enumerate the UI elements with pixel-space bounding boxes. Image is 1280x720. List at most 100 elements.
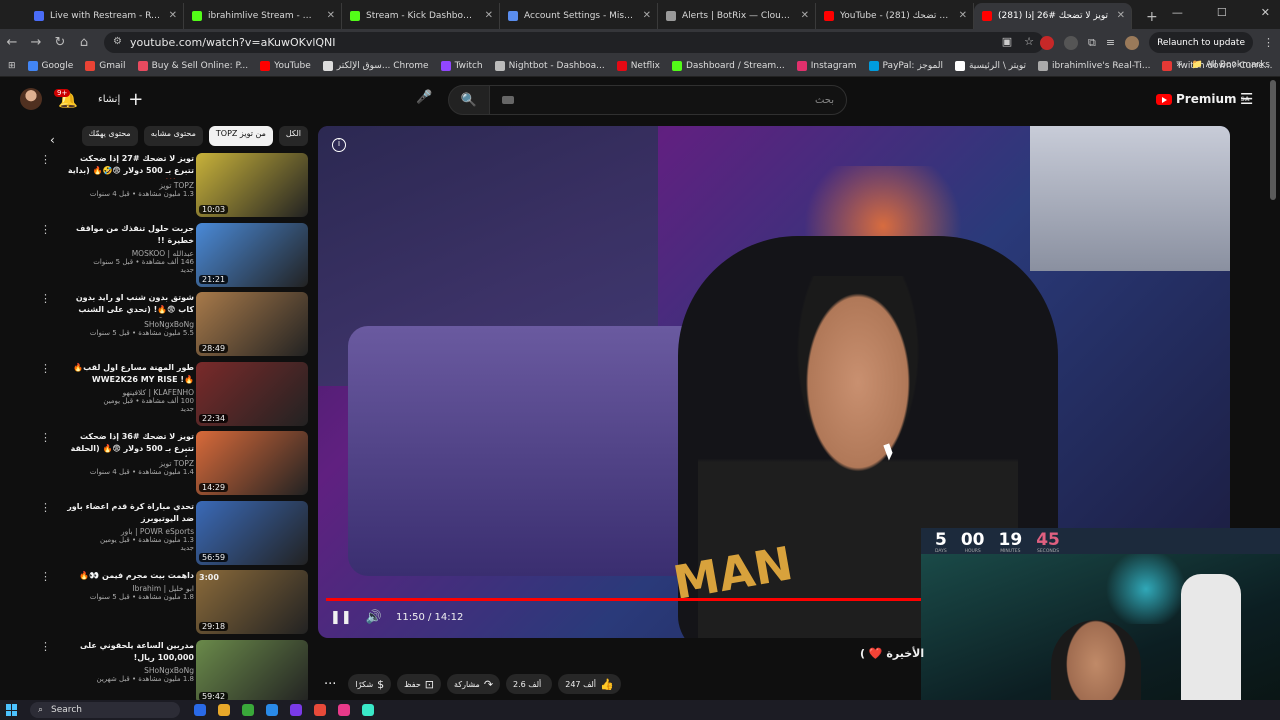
- bookmark-item[interactable]: Netflix: [616, 60, 660, 71]
- recommended-video[interactable]: 56:59 تحدي مباراة كرة قدم اعضاء باور ضد ا…: [36, 500, 308, 565]
- recommended-video[interactable]: 3:00 29:18 داهمت بيت مجرم فيمن 👀🔥 ابو خليل …: [36, 570, 308, 634]
- more-menu-icon[interactable]: ⋮: [1263, 36, 1274, 49]
- video-thumbnail[interactable]: 59:42: [196, 639, 308, 704]
- video-menu-icon[interactable]: ⋮: [40, 501, 51, 514]
- taskbar-app-icon[interactable]: [338, 704, 350, 716]
- create-button[interactable]: إنشاء +: [98, 89, 143, 110]
- video-thumbnail[interactable]: 28:49: [196, 292, 308, 356]
- video-menu-icon[interactable]: ⋮: [40, 292, 51, 305]
- video-menu-icon[interactable]: ⋮: [40, 431, 51, 444]
- reload-icon[interactable]: ↻: [48, 35, 72, 50]
- bookmark-item[interactable]: Instagram: [796, 60, 857, 71]
- filter-chip[interactable]: محتوى مشابه: [143, 126, 203, 146]
- bookmark-item[interactable]: Google: [27, 60, 73, 71]
- bookmark-item[interactable]: YouTube: [260, 60, 311, 71]
- taskbar-app-icon[interactable]: [314, 704, 326, 716]
- maximize-icon[interactable]: ☐: [1217, 6, 1227, 19]
- browser-tab[interactable]: YouTube - تويز لا تضحك (281) ✕: [816, 3, 974, 29]
- apps-grid-icon[interactable]: ⊞: [8, 61, 16, 71]
- pause-icon[interactable]: ❚❚: [330, 610, 352, 625]
- taskbar-search[interactable]: ⌕ Search: [30, 702, 180, 718]
- forward-icon[interactable]: →: [24, 35, 48, 50]
- page-scrollbar[interactable]: [1270, 80, 1276, 200]
- filter-chip[interactable]: من تويز TOPZ: [208, 126, 273, 146]
- relaunch-button[interactable]: Relaunch to update: [1149, 32, 1253, 53]
- volume-icon[interactable]: 🔊: [366, 610, 382, 625]
- search-button[interactable]: 🔍: [448, 85, 490, 115]
- video-thumbnail[interactable]: 22:34: [196, 361, 308, 426]
- address-bar[interactable]: ⚙ youtube.com/watch?v=aKuwOKvlQNI ▣ ☆: [104, 32, 1044, 53]
- taskbar-app-icon[interactable]: [290, 704, 302, 716]
- guide-menu-icon[interactable]: ☰: [1240, 90, 1253, 108]
- browser-tab[interactable]: Stream - Kick Dashboard ✕: [342, 3, 500, 29]
- recommended-video[interactable]: 10:03 تويز لا تضحك #27 إذا ضحكت تتبرع بـ …: [36, 153, 308, 217]
- bookmark-item[interactable]: سوق الإلكتر... Chrome: [322, 60, 429, 71]
- taskbar-app-icon[interactable]: [218, 704, 230, 716]
- media-control-icon[interactable]: ≡: [1106, 36, 1115, 49]
- site-info-icon[interactable]: ⚙: [113, 36, 122, 47]
- taskbar-app-icon[interactable]: [362, 704, 374, 716]
- share-button[interactable]: مشاركة ↷: [446, 674, 501, 694]
- browser-tab[interactable]: ibrahimlive Stream - Watch Live ✕: [184, 3, 342, 29]
- tab-close-icon[interactable]: ✕: [643, 10, 651, 21]
- bookmark-item[interactable]: Buy & Sell Online: P...: [137, 60, 248, 71]
- info-icon[interactable]: i: [332, 138, 346, 152]
- bookmark-star-icon[interactable]: ☆: [1024, 35, 1034, 48]
- tab-close-icon[interactable]: ✕: [327, 10, 335, 21]
- account-avatar[interactable]: [20, 88, 42, 110]
- browser-tab[interactable]: Live with Restream - Restream ✕: [26, 3, 184, 29]
- bookmark-item[interactable]: PayPal: الموجز: [868, 60, 943, 71]
- taskbar-app-icon[interactable]: [242, 704, 254, 716]
- chips-scroll-left-icon[interactable]: ‹: [50, 133, 55, 147]
- browser-tab[interactable]: Account Settings - MissXss AI ✕: [500, 3, 658, 29]
- home-icon[interactable]: ⌂: [72, 35, 96, 50]
- video-thumbnail[interactable]: 21:21: [196, 222, 308, 287]
- extension-icon[interactable]: [1063, 35, 1078, 50]
- tab-close-icon[interactable]: ✕: [169, 10, 177, 21]
- bookmarks-overflow-icon[interactable]: »: [1176, 60, 1182, 70]
- video-menu-icon[interactable]: ⋮: [40, 223, 51, 236]
- tab-close-icon[interactable]: ✕: [959, 10, 967, 21]
- bookmark-item[interactable]: Dashboard / Stream...: [672, 60, 785, 71]
- dislike-button[interactable]: 2.6 ألف: [506, 674, 553, 694]
- video-thumbnail[interactable]: 14:29: [196, 431, 308, 495]
- taskbar-app-icon[interactable]: [266, 704, 278, 716]
- profile-avatar[interactable]: [1125, 35, 1140, 50]
- bookmark-item[interactable]: Gmail: [85, 60, 126, 71]
- bookmark-item[interactable]: ibrahimlive's Real-Ti...: [1038, 60, 1150, 71]
- filter-chip[interactable]: محتوى يهمّك: [81, 126, 138, 146]
- search-input[interactable]: بحث: [489, 85, 847, 115]
- browser-tab[interactable]: (281) تويز لا تضحك #26 إذا ✕: [974, 3, 1132, 29]
- all-bookmarks-button[interactable]: 📁 All Bookmarks: [1192, 60, 1270, 70]
- recommended-video[interactable]: 21:21 جربت حلول تنقذك من مواقف خطيرة !! عب…: [36, 222, 308, 287]
- keyboard-icon[interactable]: [502, 96, 514, 104]
- more-actions-icon[interactable]: ···: [324, 677, 336, 692]
- start-windows-icon[interactable]: [6, 704, 18, 716]
- tab-close-icon[interactable]: ✕: [1117, 10, 1125, 21]
- video-thumbnail[interactable]: 3:00 29:18: [196, 570, 308, 634]
- extension-icon[interactable]: [1039, 35, 1054, 50]
- video-menu-icon[interactable]: ⋮: [40, 153, 51, 166]
- recommended-video[interactable]: 28:49 شوتق بدون شنب او رايد بدون كاب 😨🔥! …: [36, 292, 308, 356]
- extensions-puzzle-icon[interactable]: ⧉: [1088, 36, 1096, 50]
- back-icon[interactable]: ←: [0, 35, 24, 50]
- browser-tab[interactable]: Alerts | BotRix — Cloud Stream ✕: [658, 3, 816, 29]
- install-app-icon[interactable]: ▣: [1002, 35, 1012, 48]
- bookmark-item[interactable]: Twitch: [440, 60, 483, 71]
- filter-chip[interactable]: الكل: [278, 126, 308, 146]
- video-thumbnail[interactable]: 10:03: [196, 153, 308, 217]
- video-menu-icon[interactable]: ⋮: [40, 640, 51, 653]
- thanks-button[interactable]: شكرًا $: [348, 674, 392, 694]
- youtube-premium-logo[interactable]: Premium SA: [1156, 92, 1249, 106]
- video-menu-icon[interactable]: ⋮: [40, 570, 51, 583]
- new-tab-button[interactable]: +: [1146, 9, 1158, 25]
- bookmark-item[interactable]: Nightbot - Dashboa...: [494, 60, 605, 71]
- tab-close-icon[interactable]: ✕: [485, 10, 493, 21]
- video-menu-icon[interactable]: ⋮: [40, 362, 51, 375]
- minimize-icon[interactable]: —: [1172, 6, 1183, 19]
- bookmark-item[interactable]: تويتر \ الرئيسية: [954, 60, 1026, 71]
- close-window-icon[interactable]: ✕: [1261, 6, 1270, 19]
- save-button[interactable]: حفظ ⊡: [397, 674, 441, 694]
- taskbar-app-icon[interactable]: [194, 704, 206, 716]
- recommended-video[interactable]: 22:34 طور المهنة مسارع اول لقب🔥🔥! WWE2K26…: [36, 361, 308, 426]
